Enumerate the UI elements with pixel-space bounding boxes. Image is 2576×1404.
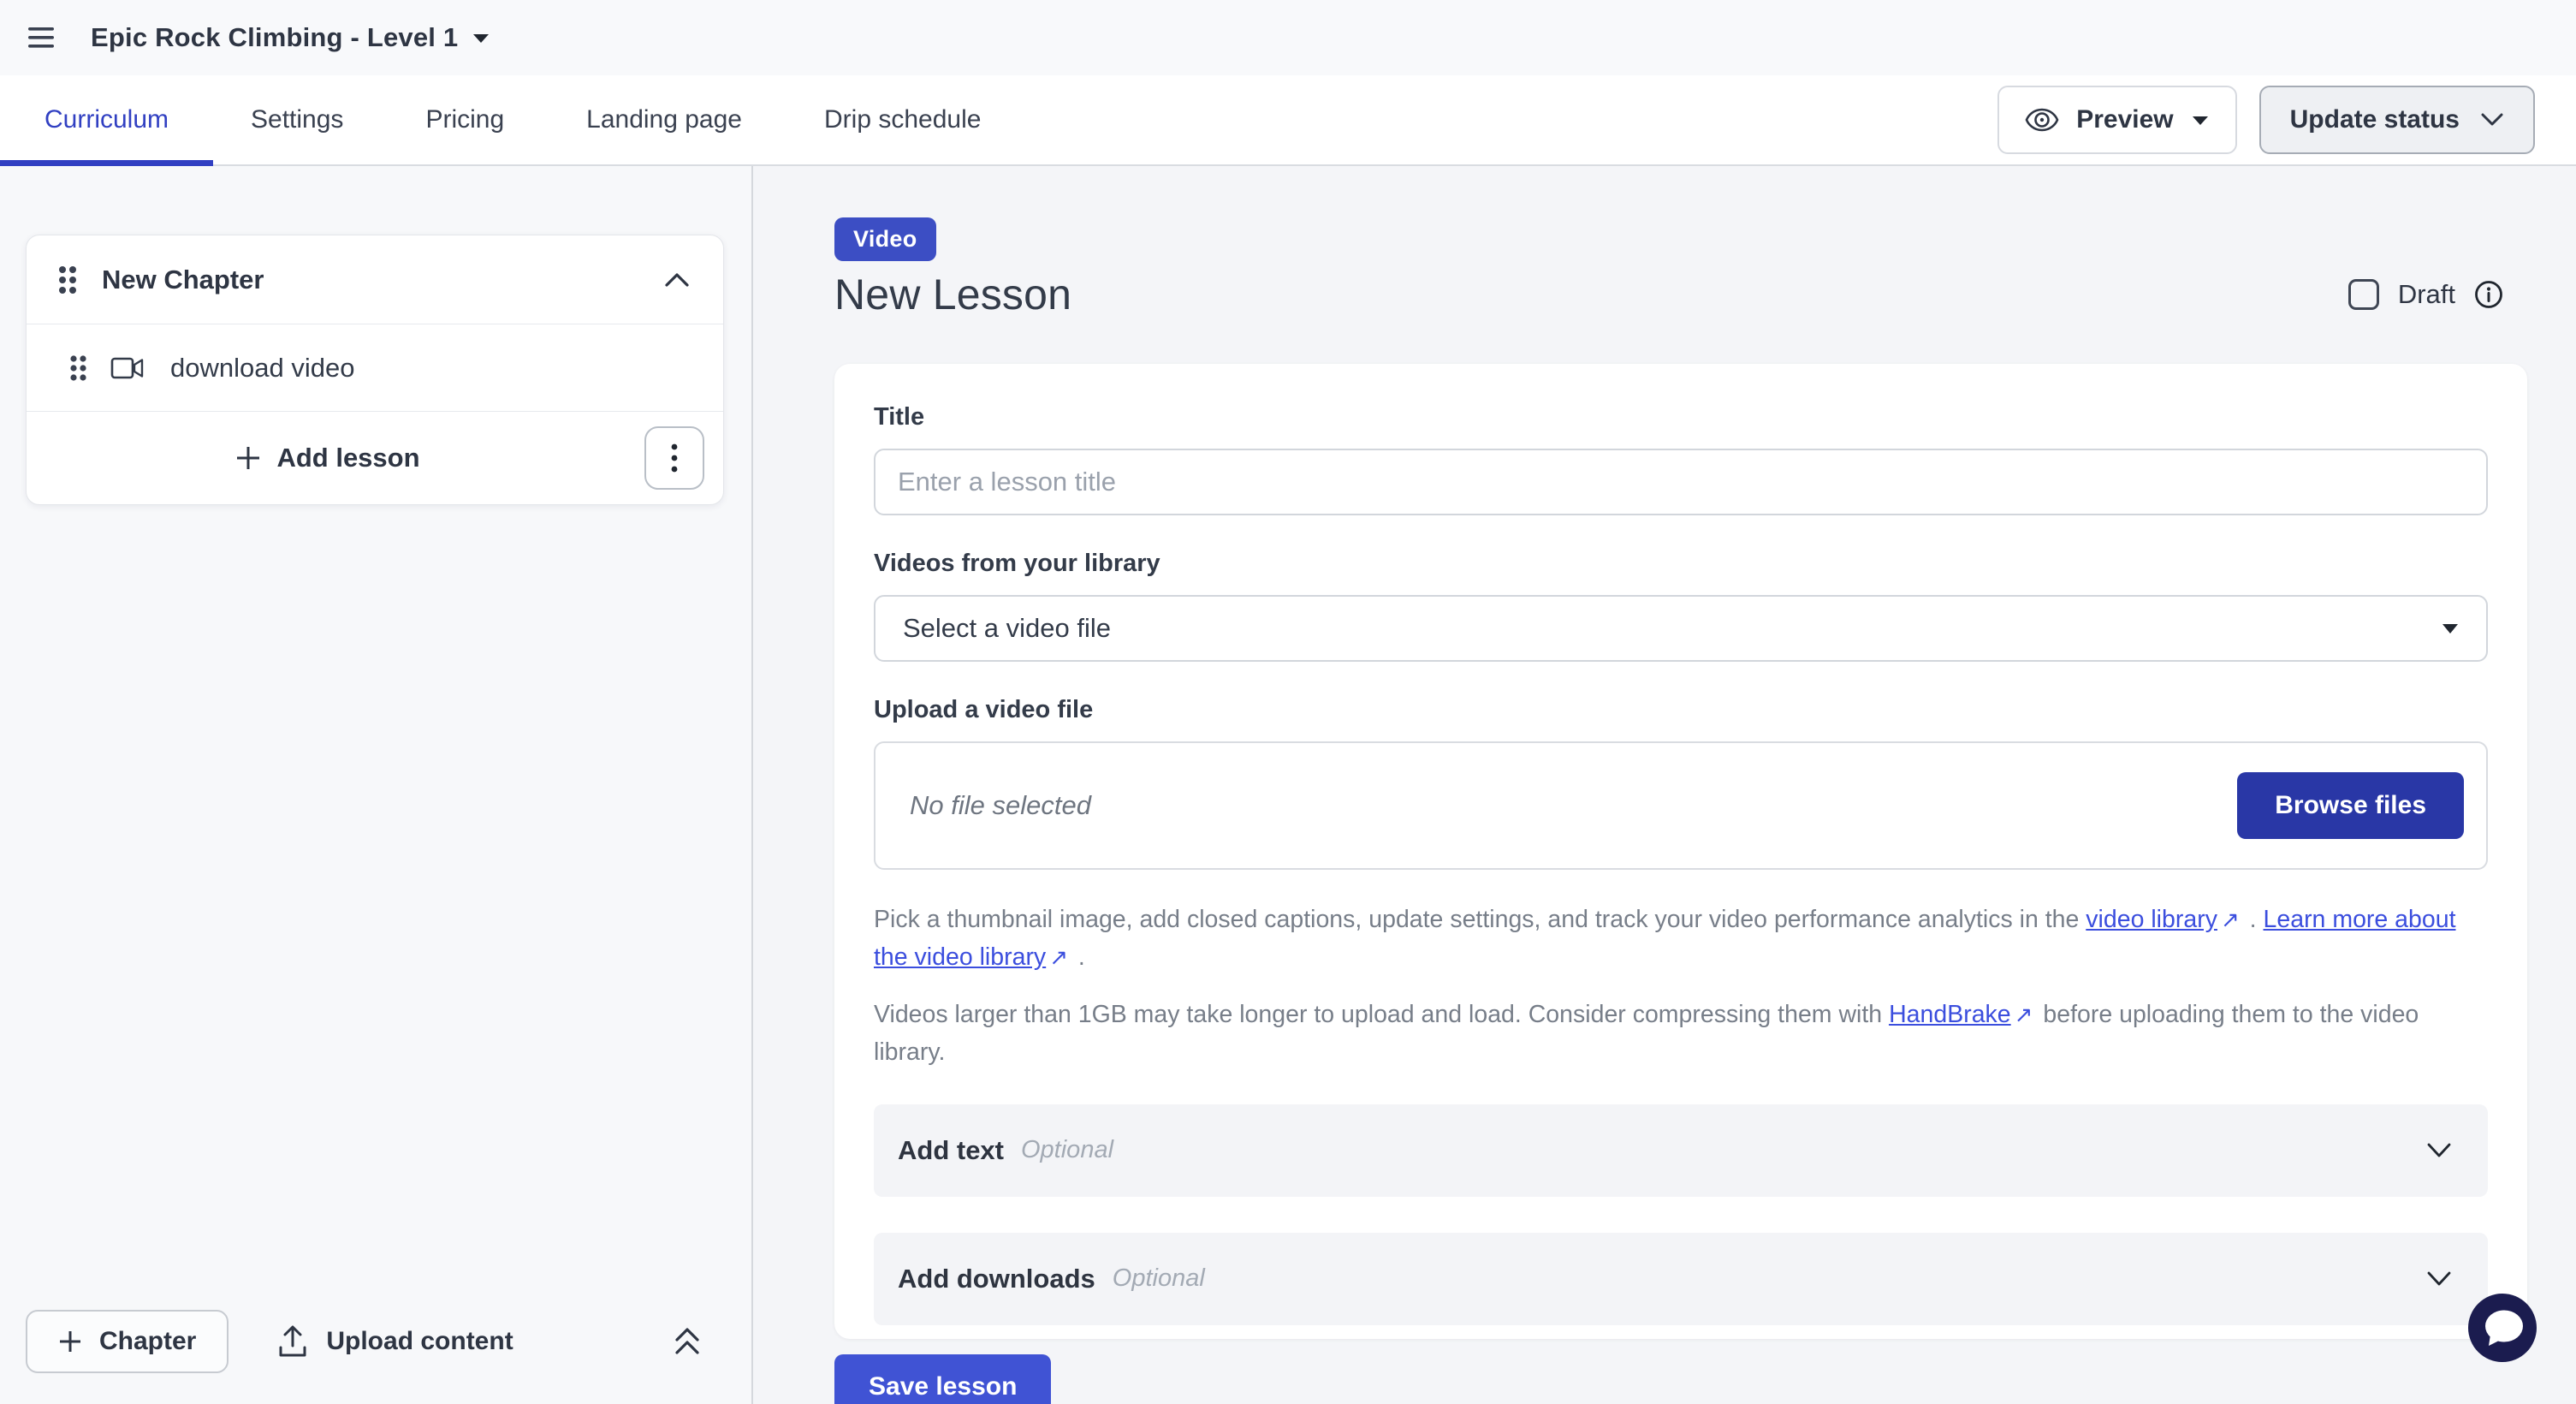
lesson-header: Video New Lesson Draft bbox=[834, 217, 2527, 319]
info-icon[interactable] bbox=[2474, 280, 2503, 309]
tab-actions: Preview Update status bbox=[1997, 86, 2535, 154]
chevron-down-icon bbox=[2426, 1270, 2452, 1288]
video-library-select[interactable]: Select a video file bbox=[874, 595, 2488, 662]
update-status-button[interactable]: Update status bbox=[2259, 86, 2535, 154]
upload-help-text-2: Videos larger than 1GB may take longer t… bbox=[874, 996, 2488, 1072]
draft-toggle-group: Draft bbox=[2348, 279, 2527, 310]
tab-bar: Curriculum Settings Pricing Landing page… bbox=[0, 75, 2576, 166]
optional-label: Optional bbox=[1021, 1136, 1113, 1164]
lesson-title-input[interactable] bbox=[874, 449, 2488, 515]
caret-down-icon bbox=[2191, 114, 2210, 126]
help1-end: . bbox=[1071, 943, 1085, 971]
add-lesson-label: Add lesson bbox=[276, 443, 419, 473]
tab-curriculum[interactable]: Curriculum bbox=[45, 75, 169, 164]
chevron-down-icon bbox=[2426, 1142, 2452, 1159]
chapter-header[interactable]: New Chapter bbox=[27, 235, 723, 324]
add-text-section[interactable]: Add text Optional bbox=[874, 1104, 2488, 1197]
workspace: New Chapter bbox=[0, 166, 2576, 1404]
sidebar-footer: Chapter Upload content bbox=[0, 1291, 751, 1404]
chevron-up-icon[interactable] bbox=[663, 271, 691, 289]
eye-icon bbox=[2025, 108, 2059, 132]
external-link-icon: ↗ bbox=[2011, 1002, 2037, 1027]
course-switcher[interactable]: Epic Rock Climbing - Level 1 bbox=[91, 22, 490, 53]
preview-button-label: Preview bbox=[2076, 105, 2173, 134]
course-title: Epic Rock Climbing - Level 1 bbox=[91, 22, 458, 53]
chevron-down-icon bbox=[2480, 112, 2504, 128]
tab-drip-schedule[interactable]: Drip schedule bbox=[824, 75, 981, 164]
help2-text: Videos larger than 1GB may take longer t… bbox=[874, 1001, 1889, 1028]
chapter-card: New Chapter bbox=[26, 235, 724, 505]
collapse-all-icon[interactable] bbox=[673, 1326, 702, 1357]
plus-icon bbox=[235, 445, 261, 471]
browse-files-button[interactable]: Browse files bbox=[2237, 772, 2464, 839]
drag-handle-icon[interactable] bbox=[57, 263, 78, 297]
preview-button[interactable]: Preview bbox=[1997, 86, 2236, 154]
lesson-type-badge: Video bbox=[834, 217, 936, 261]
chapter-options-button[interactable] bbox=[644, 426, 704, 490]
drag-handle-icon[interactable] bbox=[69, 353, 88, 384]
add-chapter-button[interactable]: Chapter bbox=[26, 1310, 229, 1373]
hamburger-menu-icon[interactable] bbox=[27, 27, 56, 49]
kebab-menu-icon bbox=[670, 443, 679, 473]
video-library-link[interactable]: video library bbox=[2086, 906, 2217, 933]
lesson-title: download video bbox=[170, 353, 354, 384]
upload-field-label: Upload a video file bbox=[874, 696, 2488, 724]
upload-content-button[interactable]: Upload content bbox=[278, 1325, 513, 1358]
handbrake-link[interactable]: HandBrake bbox=[1889, 1001, 2011, 1028]
video-library-selected-value: Select a video file bbox=[903, 613, 1111, 644]
add-lesson-button[interactable]: Add lesson bbox=[235, 443, 419, 473]
optional-label: Optional bbox=[1113, 1264, 1205, 1293]
video-camera-icon bbox=[110, 356, 145, 380]
tab-pricing[interactable]: Pricing bbox=[425, 75, 504, 164]
chat-widget-button[interactable] bbox=[2468, 1294, 2537, 1362]
chapter-title: New Chapter bbox=[102, 265, 264, 295]
caret-down-icon bbox=[2442, 622, 2459, 634]
lesson-form-card: Title Videos from your library Select a … bbox=[834, 364, 2527, 1339]
update-status-label: Update status bbox=[2290, 105, 2460, 134]
draft-label: Draft bbox=[2398, 279, 2455, 310]
file-upload-box: No file selected Browse files bbox=[874, 741, 2488, 870]
help1-text: Pick a thumbnail image, add closed capti… bbox=[874, 906, 2086, 933]
top-bar: Epic Rock Climbing - Level 1 bbox=[0, 0, 2576, 75]
upload-icon bbox=[278, 1325, 307, 1358]
lesson-row-download-video[interactable]: download video bbox=[27, 324, 723, 412]
upload-content-label: Upload content bbox=[326, 1327, 513, 1356]
curriculum-sidebar: New Chapter bbox=[0, 166, 753, 1404]
tab-settings[interactable]: Settings bbox=[251, 75, 343, 164]
add-lesson-row: Add lesson bbox=[27, 412, 723, 504]
help1-separator: . bbox=[2243, 906, 2264, 933]
tab-landing-page[interactable]: Landing page bbox=[586, 75, 742, 164]
save-lesson-button[interactable]: Save lesson bbox=[834, 1354, 1051, 1404]
add-downloads-section[interactable]: Add downloads Optional bbox=[874, 1233, 2488, 1325]
draft-checkbox[interactable] bbox=[2348, 279, 2379, 310]
library-field-label: Videos from your library bbox=[874, 550, 2488, 578]
title-field-label: Title bbox=[874, 403, 2488, 431]
no-file-text: No file selected bbox=[910, 790, 1091, 821]
add-chapter-label: Chapter bbox=[99, 1327, 196, 1356]
external-link-icon: ↗ bbox=[2217, 907, 2243, 932]
add-downloads-label: Add downloads bbox=[898, 1264, 1095, 1294]
external-link-icon: ↗ bbox=[1046, 944, 1071, 970]
caret-down-icon bbox=[472, 32, 490, 44]
page-title: New Lesson bbox=[834, 270, 1071, 319]
add-text-label: Add text bbox=[898, 1135, 1004, 1166]
upload-help-text-1: Pick a thumbnail image, add closed capti… bbox=[874, 901, 2488, 977]
plus-icon bbox=[58, 1330, 82, 1353]
lesson-editor-panel: Video New Lesson Draft Title bbox=[753, 166, 2576, 1404]
